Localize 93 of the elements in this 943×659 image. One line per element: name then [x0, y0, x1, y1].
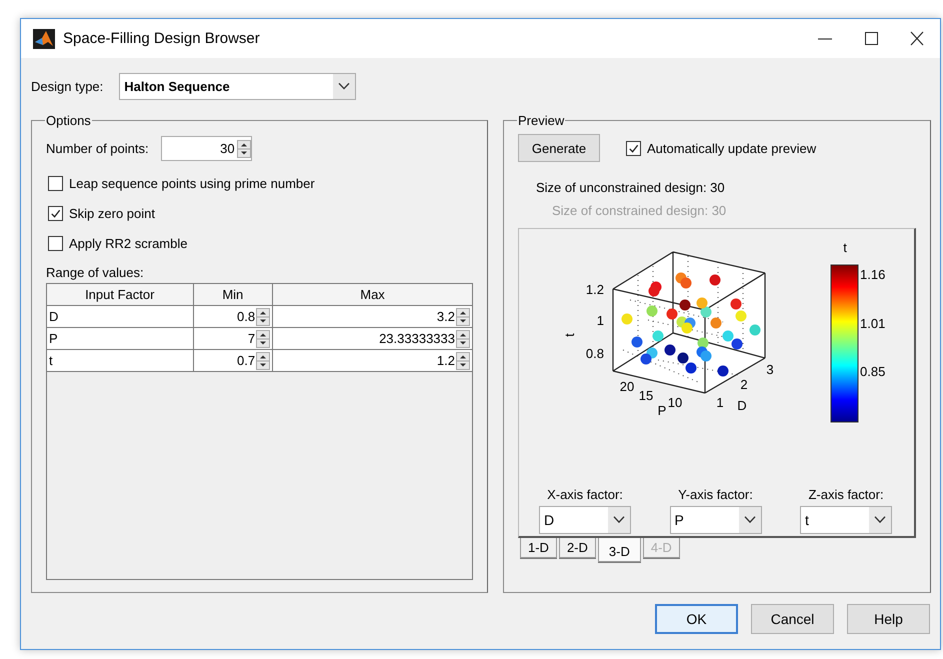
- data-point: [686, 362, 696, 374]
- checkbox[interactable]: [48, 176, 63, 191]
- data-point: [736, 310, 746, 322]
- info-text: Size of unconstrained design: 30: [536, 179, 726, 197]
- spinner-arrows-icon[interactable]: [256, 352, 270, 370]
- data-point: [710, 318, 722, 328]
- field-label: Z-axis factor:: [808, 487, 884, 502]
- checkbox[interactable]: [48, 236, 63, 251]
- data-point: [710, 274, 720, 286]
- axis-tick-label: 3: [766, 362, 774, 377]
- app-logo-icon: [33, 28, 55, 48]
- table-cell[interactable]: t: [47, 350, 194, 372]
- data-point: [664, 344, 676, 356]
- data-point: [700, 350, 712, 362]
- data-point: [640, 354, 652, 364]
- colorbar-tick-label: 1.01: [860, 316, 886, 331]
- group-title: Preview: [517, 113, 566, 128]
- data-point: [696, 298, 708, 308]
- colorbar-title: t: [843, 240, 847, 255]
- dropdown[interactable]: Halton Sequence: [119, 73, 356, 100]
- axis-tick-label: 2: [740, 377, 748, 392]
- data-point: [732, 338, 742, 350]
- data-point: [730, 298, 742, 310]
- table-cell[interactable]: P: [47, 328, 194, 350]
- axis-tick-label: 10: [668, 395, 682, 410]
- info-text: Size of constrained design: 30: [552, 202, 728, 220]
- data-point: [680, 300, 690, 310]
- table-cell[interactable]: 1.2: [436, 353, 455, 368]
- spinner-arrows-icon[interactable]: [256, 308, 270, 326]
- data-point: [622, 314, 632, 324]
- tab[interactable]: 1-D: [520, 538, 557, 558]
- table-cell[interactable]: 0.7: [237, 353, 256, 368]
- field-label: X-axis factor:: [547, 487, 623, 502]
- data-point: [722, 330, 734, 342]
- colorbar-tick-label: 1.16: [860, 267, 886, 282]
- dropdown[interactable]: P: [670, 506, 762, 534]
- checkbox-label[interactable]: Automatically update preview: [647, 140, 816, 156]
- dialog-button[interactable]: Cancel: [751, 604, 834, 634]
- data-point: [632, 336, 642, 348]
- column-header: Input Factor: [47, 284, 194, 306]
- data-point: [750, 324, 760, 336]
- group-title: Options: [45, 113, 92, 128]
- spinner-arrows-icon[interactable]: [256, 330, 270, 348]
- generate-button[interactable]: Generate: [518, 134, 600, 162]
- dropdown[interactable]: t: [800, 506, 892, 534]
- data-point: [680, 278, 692, 288]
- checkbox[interactable]: [626, 140, 641, 156]
- table-cell[interactable]: 0.8: [237, 309, 256, 324]
- column-header: Min: [193, 284, 273, 306]
- data-point: [646, 306, 658, 316]
- data-point: [698, 338, 708, 348]
- axis-tick-label: 1.2: [586, 282, 604, 297]
- colorbar-tick-label: 0.85: [860, 364, 886, 379]
- data-point: [700, 306, 712, 318]
- window-title: Space-Filling Design Browser: [63, 30, 261, 47]
- spinner-arrows-icon[interactable]: [456, 330, 470, 348]
- dropdown[interactable]: D: [539, 506, 631, 534]
- axis-label: P: [658, 403, 666, 418]
- field-label: Number of points:: [46, 141, 149, 156]
- number-input[interactable]: 30: [160, 136, 252, 161]
- field-label: Y-axis factor:: [678, 487, 753, 502]
- axis-label: t: [562, 333, 577, 337]
- table-cell[interactable]: 7: [248, 331, 256, 346]
- data-point: [648, 286, 660, 296]
- field-label: Design type:: [31, 79, 104, 94]
- table-cell[interactable]: D: [47, 306, 194, 328]
- spinner-arrows-icon[interactable]: [236, 140, 251, 158]
- data-point: [682, 322, 692, 334]
- data-point: [652, 330, 664, 342]
- table-cell[interactable]: 3.2: [436, 309, 455, 324]
- axis-tick-label: 1: [716, 395, 724, 410]
- spinner-arrows-icon[interactable]: [456, 308, 470, 326]
- dialog-button[interactable]: OK: [655, 604, 738, 634]
- maximize-icon[interactable]: [862, 30, 880, 46]
- axis-tick-label: 1: [596, 313, 604, 328]
- axis-label: D: [737, 398, 747, 413]
- axis-tick-label: 20: [620, 379, 634, 394]
- checkbox[interactable]: [48, 206, 63, 221]
- axis-tick-label: 0.8: [586, 346, 604, 361]
- data-point: [678, 352, 688, 364]
- axis-tick-label: 15: [638, 388, 654, 403]
- data-point: [666, 308, 678, 320]
- spinner-arrows-icon[interactable]: [456, 352, 470, 370]
- data-point: [718, 366, 728, 376]
- checkbox-label[interactable]: Skip zero point: [69, 206, 155, 221]
- tab[interactable]: 2-D: [558, 538, 596, 558]
- dialog-button[interactable]: Help: [847, 604, 930, 634]
- checkbox-label[interactable]: Apply RR2 scramble: [69, 236, 188, 251]
- column-header: Max: [272, 284, 472, 306]
- checkbox-label[interactable]: Leap sequence points using prime number: [69, 176, 315, 191]
- close-icon[interactable]: [908, 30, 926, 46]
- section-label: Range of values:: [46, 265, 145, 280]
- tab[interactable]: 3-D: [598, 538, 641, 562]
